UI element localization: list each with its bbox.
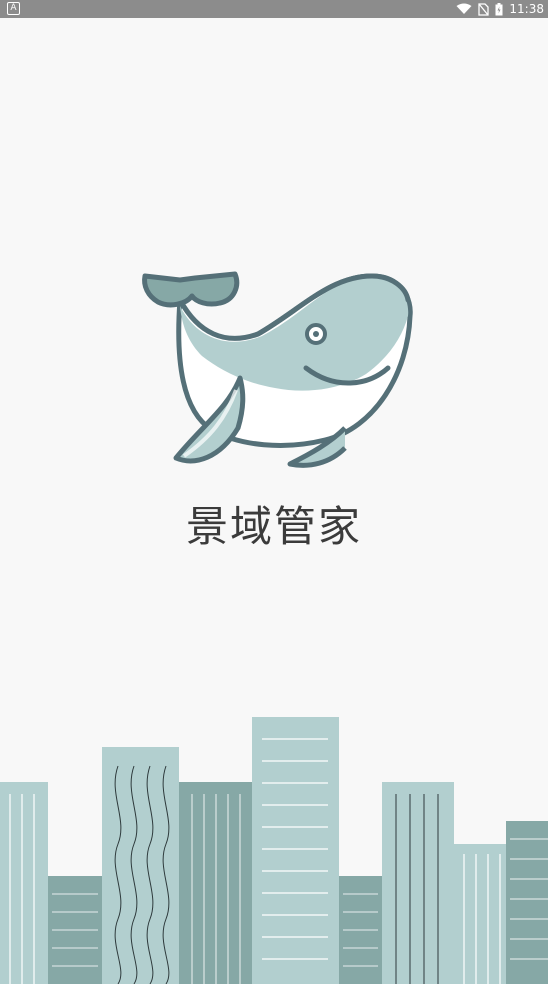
notification-icon: A xyxy=(7,2,20,15)
no-sim-icon xyxy=(478,2,490,16)
city-skyline xyxy=(0,717,548,984)
whale-logo xyxy=(142,271,413,468)
wifi-icon xyxy=(456,3,472,14)
status-bar: A 11:38 xyxy=(0,0,548,18)
app-name: 景域管家 xyxy=(185,502,362,551)
status-time: 11:38 xyxy=(509,2,544,16)
battery-icon xyxy=(495,2,503,15)
status-icons: 11:38 xyxy=(456,0,548,18)
